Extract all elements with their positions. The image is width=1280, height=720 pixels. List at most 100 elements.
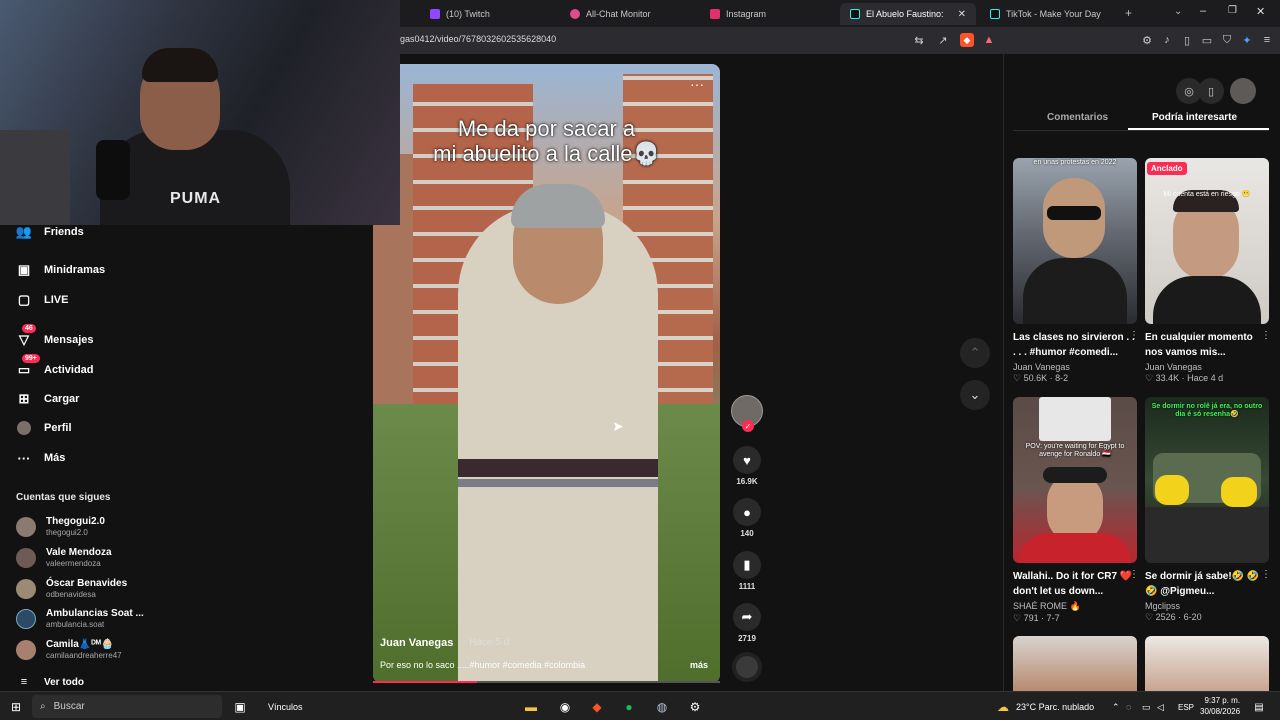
save-button[interactable]: ▮ 1111 xyxy=(732,551,762,591)
minimize-icon[interactable]: – xyxy=(1200,5,1206,17)
comment-button[interactable]: ● 140 xyxy=(732,498,762,538)
video-thumbnail: Mi cuenta está en riesgo 😬 Anclado xyxy=(1145,158,1269,324)
live-icon: ▢ xyxy=(17,292,31,307)
music-disc[interactable] xyxy=(732,652,762,682)
more-icon: ··· xyxy=(17,450,31,466)
following-item[interactable]: Óscar Benavides odbenavidesa xyxy=(16,578,127,600)
see-all-link[interactable]: ≡ Ver todo xyxy=(16,674,84,690)
tab-allchat[interactable]: All-Chat Monitor xyxy=(560,3,690,25)
app-icon[interactable]: ◉ xyxy=(556,697,574,717)
tab-recommended[interactable]: Podría interesarte xyxy=(1152,112,1237,123)
tab-list-icon[interactable]: ⌄ xyxy=(1174,6,1182,17)
video-card[interactable]: en unas protestas en 2022 Las clases no … xyxy=(1013,158,1139,384)
task-view-icon[interactable]: ▣ xyxy=(232,697,248,717)
like-button[interactable]: ♥ 16.9K xyxy=(732,446,762,486)
brave-rewards-icon[interactable]: ▲ xyxy=(982,33,996,47)
more-button[interactable]: más xyxy=(690,660,708,670)
clock[interactable]: 9:37 p. m. 30/08/2026 xyxy=(1200,695,1240,717)
tray-icon[interactable]: ◌ xyxy=(1126,697,1131,717)
upload-icon: ⊞ xyxy=(18,391,30,406)
taskbar-search[interactable]: ⌕ Buscar xyxy=(32,695,222,718)
url-field[interactable]: gas0412/video/7678032602535628040 xyxy=(400,34,556,44)
user-avatar[interactable] xyxy=(1230,78,1256,104)
tab-divider xyxy=(1013,130,1269,131)
following-item[interactable]: Ambulancias Soat ... ambulancia.soat xyxy=(16,608,144,630)
share-button[interactable]: ➦ 2719 xyxy=(732,603,762,643)
sidebar-item-activity[interactable]: ▭ 99+ Actividad xyxy=(16,354,94,378)
sidebar-toggle-icon[interactable]: ▯ xyxy=(1180,33,1194,47)
file-explorer-icon[interactable]: ▬ xyxy=(522,697,540,717)
sidebar-item-upload[interactable]: ⊞ Cargar xyxy=(16,391,80,407)
restore-icon[interactable]: ❐ xyxy=(1228,5,1237,16)
card-options-icon[interactable]: ⋮ xyxy=(1261,330,1271,341)
app-icon[interactable]: ◍ xyxy=(653,697,671,717)
video-thumbnail: Se dormir no rolê já era, no outro dia é… xyxy=(1145,397,1269,563)
tray-expand-icon[interactable]: ⌃ xyxy=(1112,697,1120,717)
sidebar-item-friends[interactable]: 👥 Friends xyxy=(16,224,84,240)
avatar xyxy=(16,609,36,629)
chair xyxy=(0,130,70,225)
card-options-icon[interactable]: ⋮ xyxy=(1129,569,1139,580)
card-options-icon[interactable]: ⋮ xyxy=(1261,569,1271,580)
tab-comments[interactable]: Comentarios xyxy=(1047,112,1108,123)
speaker-icon[interactable]: ◁ xyxy=(1157,697,1164,717)
video-options-icon[interactable]: ··· xyxy=(690,76,704,92)
tab-instagram[interactable]: Instagram xyxy=(700,3,830,25)
tray-icon[interactable]: ▭ xyxy=(1142,697,1151,717)
tab-tiktok-video[interactable]: El Abuelo Faustino: Por Es ✕ xyxy=(840,3,976,25)
video-progress-bar[interactable] xyxy=(373,681,720,683)
previous-video-button[interactable]: ⌃ xyxy=(960,338,990,368)
creator-avatar[interactable]: ✓ xyxy=(731,395,763,432)
next-video-button[interactable]: ⌄ xyxy=(960,380,990,410)
following-item[interactable]: Vale Mendoza valeermendoza xyxy=(16,547,112,569)
sidebar-item-minidramas[interactable]: ▣ Minidramas xyxy=(16,262,105,278)
notifications-icon[interactable]: ▤ xyxy=(1252,697,1266,717)
phone-icon[interactable]: ▯ xyxy=(1198,78,1224,104)
spotify-icon[interactable]: ● xyxy=(620,697,638,717)
avatar xyxy=(16,548,36,568)
shirt-logo: PUMA xyxy=(170,190,222,207)
jacket xyxy=(1153,276,1261,324)
sidebar-item-profile[interactable]: Perfil xyxy=(16,420,72,436)
weather-text[interactable]: 23°C Parc. nublado xyxy=(1016,697,1094,717)
video-card-partial[interactable] xyxy=(1013,636,1137,691)
video-card[interactable]: Mi cuenta está en riesgo 😬 Anclado En cu… xyxy=(1145,158,1271,384)
comment-icon: ● xyxy=(733,498,761,526)
links-toolbar[interactable]: Vínculos xyxy=(268,697,303,717)
vpn-icon[interactable]: ⛉ xyxy=(1220,33,1234,47)
music-icon[interactable]: ♪ xyxy=(1160,33,1174,47)
settings-icon[interactable]: ⚙ xyxy=(686,697,704,717)
leo-icon[interactable]: ✦ xyxy=(1240,33,1254,47)
wallet-icon[interactable]: ▭ xyxy=(1200,33,1214,47)
following-item[interactable]: Camila👗ᴰᴹ🧁 camilaandreaherre47 xyxy=(16,639,122,661)
menu-icon[interactable]: ≡ xyxy=(1260,33,1274,47)
translate-icon[interactable]: ⇆ xyxy=(912,33,926,47)
sidebar-item-live[interactable]: ▢ LIVE xyxy=(16,292,69,308)
sidebar-item-more[interactable]: ··· Más xyxy=(16,450,66,466)
tiktok-icon xyxy=(990,9,1000,19)
card-options-icon[interactable]: ⋮ xyxy=(1129,330,1139,341)
sunglasses xyxy=(1047,206,1101,220)
brave-shield-icon[interactable]: ◆ xyxy=(960,33,974,47)
follow-check-icon[interactable]: ✓ xyxy=(742,420,754,432)
video-thumbnail: POV: you're waiting for Egypt to avenge … xyxy=(1013,397,1137,563)
avatar xyxy=(16,517,36,537)
close-window-icon[interactable]: ✕ xyxy=(1256,5,1265,18)
new-tab-icon[interactable]: + xyxy=(1125,6,1132,20)
open-external-icon[interactable]: ↗ xyxy=(936,33,950,47)
video-author[interactable]: Juan Vanegas xyxy=(380,637,453,649)
sidebar-item-messages[interactable]: ▽ 46 Mensajes xyxy=(16,324,94,348)
windows-start-icon[interactable]: ⊞ xyxy=(8,697,24,717)
language-indicator[interactable]: ESP xyxy=(1178,697,1194,717)
brave-icon[interactable]: ◆ xyxy=(588,697,606,717)
video-card[interactable]: Se dormir no rolê já era, no outro dia é… xyxy=(1145,397,1271,623)
close-tab-icon[interactable]: ✕ xyxy=(958,9,966,20)
video-card-partial[interactable] xyxy=(1145,636,1269,691)
tab-twitch[interactable]: (10) Twitch xyxy=(420,3,550,25)
tab-tiktok-home[interactable]: TikTok - Make Your Day xyxy=(980,3,1110,25)
video-caption-overlay: Me da por sacar a mi abuelito a la calle… xyxy=(433,116,660,166)
weather-icon: ☁ xyxy=(997,700,1009,714)
extensions-icon[interactable]: ⚙ xyxy=(1140,33,1154,47)
following-item[interactable]: Thegogui2.0 thegogui2.0 xyxy=(16,516,105,538)
video-card[interactable]: POV: you're waiting for Egypt to avenge … xyxy=(1013,397,1139,624)
